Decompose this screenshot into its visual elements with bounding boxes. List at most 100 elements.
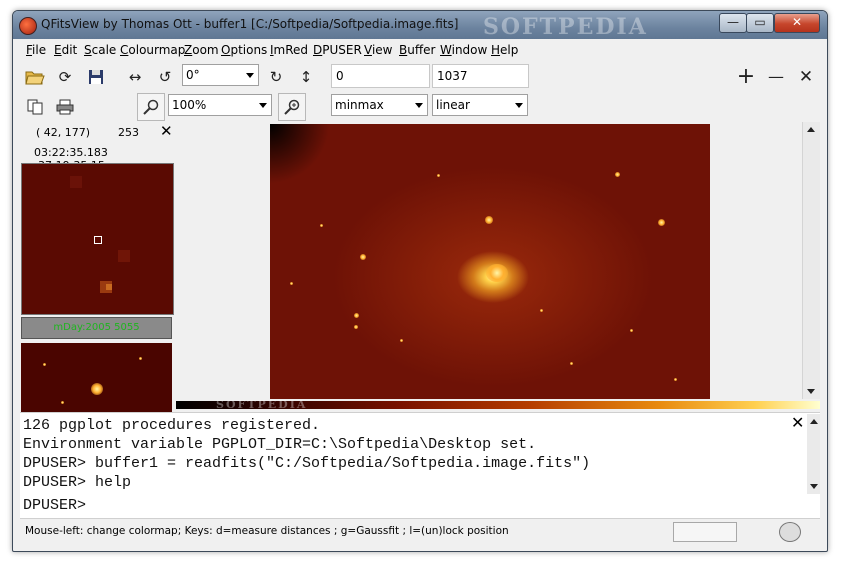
scaling-function-value: linear: [436, 98, 470, 112]
window-title: QFitsView by Thomas Ott - buffer1 [C:/So…: [41, 17, 459, 31]
zoom-in-icon[interactable]: [278, 93, 306, 121]
star: [290, 282, 293, 285]
rotate-clockwise-icon[interactable]: ↻: [262, 63, 290, 91]
minimize-button[interactable]: —: [719, 13, 747, 33]
star: [630, 329, 633, 332]
save-icon[interactable]: [82, 63, 110, 91]
chevron-down-icon: [415, 103, 423, 108]
scaling-function-select[interactable]: linear: [432, 94, 528, 116]
thumbnail-star: [43, 363, 46, 366]
maximize-button[interactable]: ▭: [746, 13, 774, 33]
mpe-logo-icon: [779, 522, 801, 542]
console-line: 126 pgplot procedures registered.: [23, 417, 321, 434]
star: [658, 219, 665, 226]
close-view-icon[interactable]: ✕: [792, 63, 820, 91]
console-line: DPUSER> help: [23, 474, 132, 491]
magnifier-view[interactable]: [21, 163, 174, 315]
zoom-level-value: 100%: [172, 98, 207, 112]
console-prompt[interactable]: DPUSER>: [23, 497, 86, 514]
close-icon[interactable]: ✕: [791, 413, 804, 432]
thumbnail-galaxy: [91, 383, 103, 395]
scaling-range-select[interactable]: minmax: [331, 94, 428, 116]
colorbar-watermark: SOFTPEDIA: [216, 398, 308, 411]
brand-watermark: SOFTPEDIA: [483, 14, 648, 40]
app-icon[interactable]: [19, 17, 37, 35]
print-icon[interactable]: [51, 93, 79, 121]
chevron-down-icon: [246, 73, 254, 78]
open-folder-icon[interactable]: [21, 63, 49, 91]
menu-buffer[interactable]: Buffer: [399, 43, 435, 57]
scroll-up-icon[interactable]: [807, 127, 815, 132]
rotation-angle-value: 0°: [186, 68, 200, 82]
menu-imred[interactable]: ImRed: [270, 43, 308, 57]
console-vertical-scrollbar[interactable]: [807, 414, 820, 494]
zoom-out-icon[interactable]: [137, 93, 165, 121]
colorbar[interactable]: SOFTPEDIA: [176, 398, 820, 411]
star: [485, 216, 493, 224]
fits-image[interactable]: [270, 124, 710, 399]
star: [320, 224, 323, 227]
console-line: DPUSER> buffer1 = readfits("C:/Softpedia…: [23, 455, 591, 472]
star: [354, 325, 358, 329]
pixel-coordinates: ( 42, 177): [36, 126, 91, 139]
menu-dpuser[interactable]: DPUSER: [313, 43, 362, 57]
copy-icon[interactable]: [21, 93, 49, 121]
star: [360, 254, 366, 260]
magnified-pixel: [106, 284, 112, 290]
app-window: QFitsView by Thomas Ott - buffer1 [C:/So…: [12, 10, 828, 552]
cut-panel[interactable]: mDay:2005 5055: [21, 317, 172, 339]
status-bar: Mouse-left: change colormap; Keys: d=mea…: [20, 518, 820, 544]
menu-colourmap[interactable]: Colourmap: [120, 43, 185, 57]
menu-edit[interactable]: Edit: [54, 43, 77, 57]
magnified-pixel: [70, 176, 82, 188]
scroll-down-icon[interactable]: [807, 389, 815, 394]
cut-label: mDay:2005 5055: [53, 322, 140, 333]
galaxy-core: [486, 264, 508, 282]
menu-bar: File Edit Scale Colourmap Zoom Options I…: [13, 40, 827, 60]
close-button[interactable]: ✕: [774, 13, 820, 33]
star: [570, 362, 573, 365]
rotate-counterclockwise-icon[interactable]: ↺: [151, 63, 179, 91]
main-toolbar: ⟳ ↔ ↺ 0° ↻ ↕ 0 1037 + — ✕: [13, 61, 827, 91]
status-field: [673, 522, 737, 542]
flip-vertical-icon[interactable]: ↕: [292, 63, 320, 91]
scroll-down-icon[interactable]: [810, 484, 818, 489]
overview-thumbnail[interactable]: [21, 343, 172, 412]
range-max-input[interactable]: 1037: [432, 64, 529, 88]
close-icon[interactable]: ✕: [160, 122, 173, 140]
star: [437, 174, 440, 177]
zoom-level-select[interactable]: 100%: [168, 94, 272, 116]
menu-scale[interactable]: Scale: [84, 43, 116, 57]
star: [400, 339, 403, 342]
pixel-value: 253: [118, 126, 139, 139]
menu-view[interactable]: View: [364, 43, 392, 57]
dpuser-console[interactable]: 126 pgplot procedures registered. Enviro…: [20, 412, 820, 519]
console-line: Environment variable PGPLOT_DIR=C:\Softp…: [23, 436, 537, 453]
star: [615, 172, 620, 177]
scroll-up-icon[interactable]: [810, 419, 818, 424]
menu-window[interactable]: Window: [440, 43, 487, 57]
range-min-input[interactable]: 0: [331, 64, 430, 88]
menu-zoom[interactable]: Zoom: [184, 43, 219, 57]
star: [540, 309, 543, 312]
menu-help[interactable]: Help: [491, 43, 518, 57]
rotation-angle-select[interactable]: 0°: [182, 64, 259, 86]
image-viewport[interactable]: [176, 122, 800, 399]
side-panel: ( 42, 177) 253 ✕ 03:22:35.183 -37:19:35.…: [20, 122, 174, 412]
minus-icon[interactable]: —: [762, 63, 790, 91]
secondary-toolbar: 100% minmax linear: [13, 91, 827, 121]
menu-file[interactable]: File: [26, 43, 46, 57]
vignette: [270, 124, 330, 184]
scaling-range-value: minmax: [335, 98, 384, 112]
plus-icon[interactable]: +: [732, 63, 760, 91]
image-vertical-scrollbar[interactable]: [802, 122, 820, 399]
thumbnail-star: [61, 401, 64, 404]
chevron-down-icon: [515, 103, 523, 108]
menu-options[interactable]: Options: [221, 43, 267, 57]
status-text: Mouse-left: change colormap; Keys: d=mea…: [25, 525, 509, 537]
flip-horizontal-icon[interactable]: ↔: [121, 63, 149, 91]
chevron-down-icon: [259, 103, 267, 108]
magnified-pixel: [118, 250, 130, 262]
reload-icon[interactable]: ⟳: [51, 63, 79, 91]
title-bar[interactable]: QFitsView by Thomas Ott - buffer1 [C:/So…: [13, 11, 827, 40]
